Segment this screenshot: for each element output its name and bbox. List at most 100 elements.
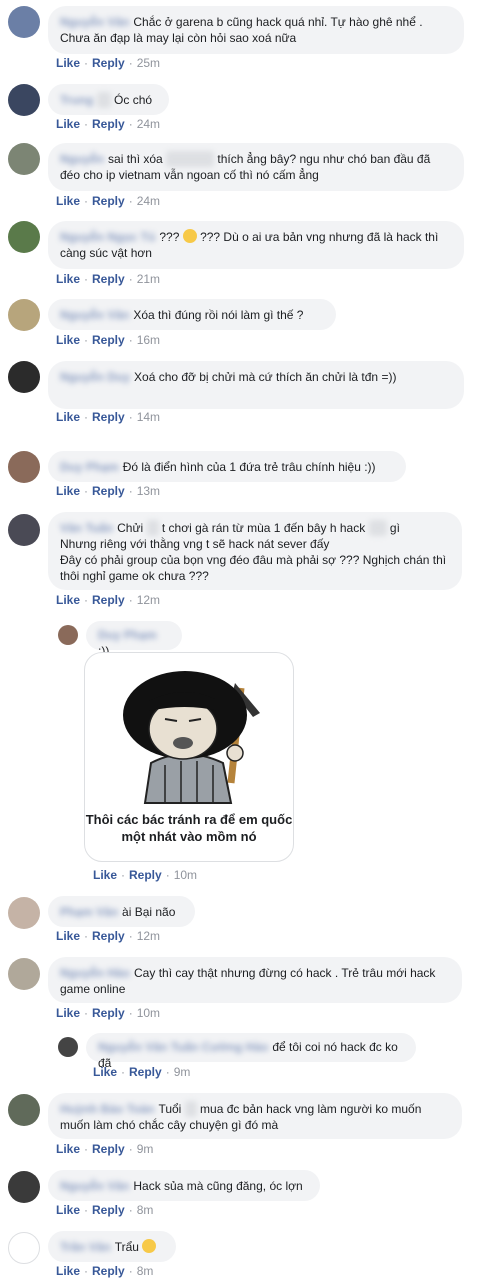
- reply-button[interactable]: Reply: [92, 117, 125, 131]
- comment-actions: Like · Reply · 21m: [56, 272, 161, 286]
- reply-button[interactable]: Reply: [92, 1203, 125, 1217]
- like-button[interactable]: Like: [56, 593, 80, 607]
- comment-actions: Like · Reply · 24m: [56, 117, 161, 131]
- reply-button[interactable]: Reply: [92, 56, 125, 70]
- reply-button[interactable]: Reply: [92, 1142, 125, 1156]
- commenter-name[interactable]: Nguyễn: [60, 151, 104, 167]
- like-button[interactable]: Like: [56, 333, 80, 347]
- commenter-name[interactable]: Nguyễn Văn: [60, 1178, 129, 1194]
- commenter-name[interactable]: Duy Phạm: [60, 459, 119, 475]
- commenter-name[interactable]: Duy Phạm: [98, 627, 157, 643]
- timestamp[interactable]: 16m: [137, 333, 160, 347]
- reply-button[interactable]: Reply: [92, 194, 125, 208]
- timestamp[interactable]: 14m: [137, 410, 160, 424]
- comment-text: Xoá cho đỡ bị chửi mà cứ thích ăn chửi l…: [134, 370, 397, 384]
- comment-actions: Like · Reply · 13m: [56, 484, 161, 498]
- sticker-image[interactable]: Thôi các bác tránh ra để em quốc một nhá…: [84, 652, 294, 862]
- commenter-name[interactable]: Văn Tuấn: [60, 520, 113, 536]
- timestamp[interactable]: 24m: [137, 194, 160, 208]
- comment-bubble: Trần Văn Trẩu: [48, 1231, 176, 1262]
- avatar[interactable]: [8, 143, 40, 175]
- comment-bubble: Phạm Văn ài Bại não: [48, 896, 195, 927]
- comment-text: Xóa thì đúng rồi nói làm gì thế ?: [133, 308, 304, 322]
- avatar[interactable]: [8, 1171, 40, 1203]
- commenter-name[interactable]: Nguyễn Duy: [60, 369, 130, 385]
- timestamp[interactable]: 13m: [137, 484, 160, 498]
- avatar[interactable]: [8, 84, 40, 116]
- like-button[interactable]: Like: [93, 868, 117, 882]
- commenter-name[interactable]: Nguyễn Văn: [60, 307, 129, 323]
- avatar[interactable]: [8, 299, 40, 331]
- timestamp[interactable]: 10m: [174, 868, 197, 882]
- comment-bubble: Nguyễn Văn Chắc ở garena b cũng hack quá …: [48, 6, 464, 54]
- reply-button[interactable]: Reply: [92, 272, 125, 286]
- avatar[interactable]: [8, 958, 40, 990]
- commenter-name[interactable]: Trung: [60, 92, 93, 108]
- timestamp[interactable]: 9m: [137, 1142, 154, 1156]
- avatar[interactable]: [8, 1232, 40, 1264]
- comment-actions: Like · Reply · 24m: [56, 194, 161, 208]
- comment-actions: Like · Reply · 8m: [56, 1264, 154, 1278]
- like-button[interactable]: Like: [56, 1264, 80, 1278]
- avatar[interactable]: [58, 1037, 78, 1057]
- reply-button[interactable]: Reply: [92, 484, 125, 498]
- commenter-name[interactable]: Nguyễn Hào: [60, 965, 130, 981]
- like-button[interactable]: Like: [56, 1203, 80, 1217]
- avatar[interactable]: [58, 625, 78, 645]
- reply-button[interactable]: Reply: [92, 333, 125, 347]
- timestamp[interactable]: 21m: [137, 272, 160, 286]
- comment-text: ???: [159, 230, 180, 244]
- avatar[interactable]: [8, 897, 40, 929]
- reply-button[interactable]: Reply: [92, 593, 125, 607]
- comment-actions: Like · Reply · 9m: [56, 1142, 154, 1156]
- reply-button[interactable]: Reply: [92, 929, 125, 943]
- timestamp[interactable]: 9m: [174, 1065, 191, 1079]
- comment-text: ài Bại não: [122, 905, 176, 919]
- commenter-name[interactable]: Nguyễn Ngọc Tú: [60, 229, 155, 245]
- reply-button[interactable]: Reply: [92, 1264, 125, 1278]
- like-button[interactable]: Like: [93, 1065, 117, 1079]
- like-button[interactable]: Like: [56, 272, 80, 286]
- timestamp[interactable]: 10m: [137, 1006, 160, 1020]
- comment-bubble: Nguyễnsai thì xóa xxxxxxxx thích ẳng bây…: [48, 143, 464, 191]
- avatar[interactable]: [8, 361, 40, 393]
- timestamp[interactable]: 24m: [137, 117, 160, 131]
- comment-actions: Like · Reply · 9m: [93, 1065, 191, 1079]
- like-button[interactable]: Like: [56, 194, 80, 208]
- avatar[interactable]: [8, 1094, 40, 1126]
- comment-text: Trẩu: [114, 1240, 139, 1254]
- like-button[interactable]: Like: [56, 1006, 80, 1020]
- commenter-name[interactable]: Nguyễn Văn: [60, 14, 129, 30]
- comment-text: t chơi gà rán từ mùa 1 đến bây h hack: [161, 521, 366, 535]
- avatar[interactable]: [8, 6, 40, 38]
- comment-actions: Like · Reply · 10m: [56, 1006, 161, 1020]
- comment-text: Hack sủa mà cũng đăng, óc lợn: [133, 1179, 303, 1193]
- commenter-name[interactable]: Phạm Văn: [60, 904, 118, 920]
- timestamp[interactable]: 25m: [137, 56, 160, 70]
- like-button[interactable]: Like: [56, 1142, 80, 1156]
- comment-text: gì: [389, 521, 400, 535]
- comment-actions: Like · Reply · 16m: [56, 333, 161, 347]
- like-button[interactable]: Like: [56, 410, 80, 424]
- meme-sticker-icon: [123, 671, 260, 804]
- timestamp[interactable]: 12m: [137, 593, 160, 607]
- timestamp[interactable]: 8m: [137, 1264, 154, 1278]
- like-button[interactable]: Like: [56, 929, 80, 943]
- timestamp[interactable]: 8m: [137, 1203, 154, 1217]
- commenter-name[interactable]: Trần Văn: [60, 1239, 111, 1255]
- comment-text: Tuổi: [158, 1102, 182, 1116]
- reply-button[interactable]: Reply: [92, 410, 125, 424]
- commenter-name[interactable]: Huỳnh Bảo Toàn: [60, 1101, 154, 1117]
- reply-button[interactable]: Reply: [129, 1065, 162, 1079]
- commenter-name[interactable]: Nguyễn Văn Tuấn Cường Hảo: [98, 1039, 268, 1055]
- reply-button[interactable]: Reply: [129, 868, 162, 882]
- timestamp[interactable]: 12m: [137, 929, 160, 943]
- like-button[interactable]: Like: [56, 117, 80, 131]
- avatar[interactable]: [8, 451, 40, 483]
- reply-button[interactable]: Reply: [92, 1006, 125, 1020]
- comment-text: Nhưng riêng với thằng vng t sẽ hack nát …: [60, 537, 330, 551]
- like-button[interactable]: Like: [56, 484, 80, 498]
- avatar[interactable]: [8, 221, 40, 253]
- like-button[interactable]: Like: [56, 56, 80, 70]
- avatar[interactable]: [8, 514, 40, 546]
